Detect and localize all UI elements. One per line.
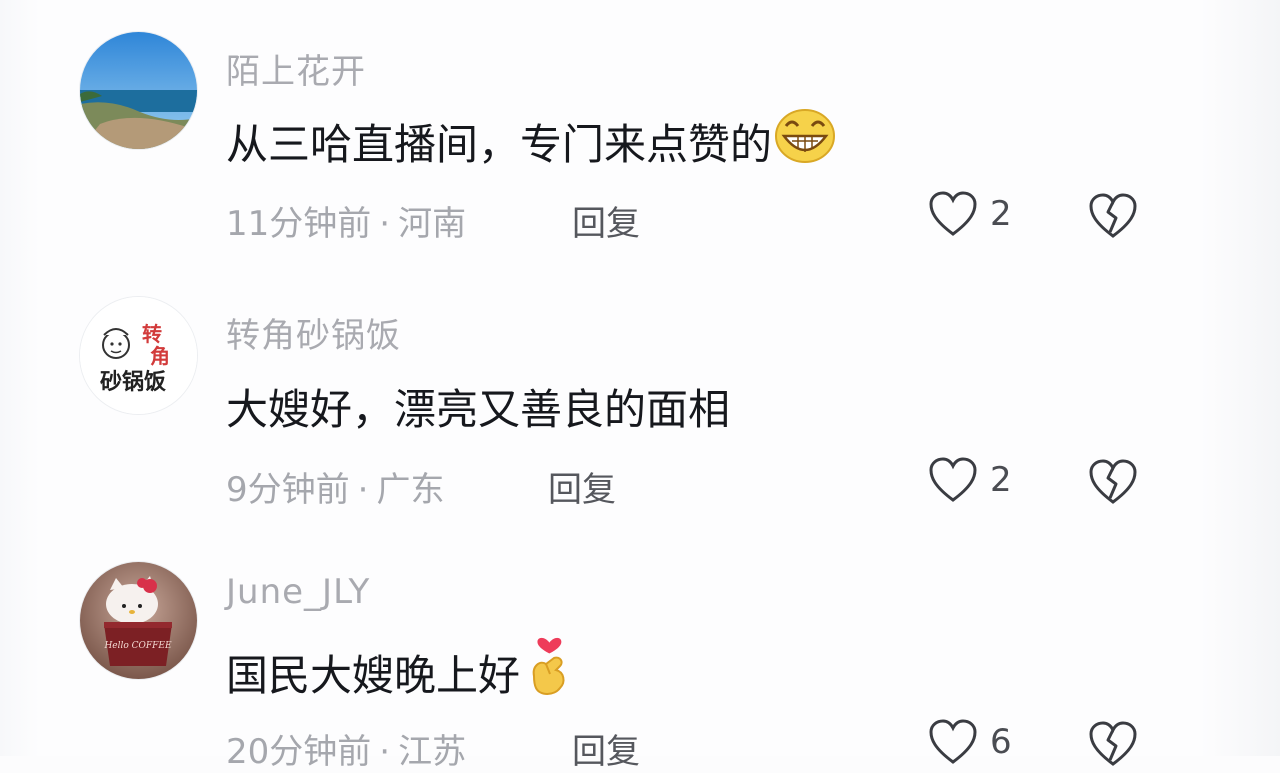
like-button[interactable]: 6 <box>928 718 1012 766</box>
comment-text: 国民大嫂晚上好 <box>226 650 521 700</box>
comment-time: 9分钟前 <box>226 470 350 510</box>
heart-outline-icon <box>929 719 977 764</box>
broken-heart-icon <box>1089 721 1137 766</box>
avatar-cup-text: Hello COFFEE <box>103 641 172 651</box>
avatar[interactable]: 转 角 砂锅饭 <box>80 297 197 414</box>
like-count: 2 <box>990 460 1012 500</box>
avatar-text-top1: 转 <box>142 322 162 346</box>
comment-location: 广东 <box>376 470 445 510</box>
comment-location: 江苏 <box>398 732 467 772</box>
avatar-text-bottom: 砂锅饭 <box>100 369 166 395</box>
meta-separator: · <box>357 470 369 510</box>
comment-item: Hello COFFEE June_JLY 国民大嫂晚上好 20分钟前 · 江苏 回… <box>0 0 1280 772</box>
comment-username[interactable]: June_JLY <box>226 572 370 612</box>
dislike-button[interactable] <box>1088 458 1138 510</box>
comment-list: 陌上花开 从三哈直播间，专门来点赞的 11分钟前 · 河南 回复 2 转 角 砂… <box>0 0 1280 772</box>
reply-button[interactable]: 回复 <box>572 724 640 773</box>
meta-separator: · <box>379 732 391 772</box>
avatar-logo-image: 转 角 砂锅饭 <box>80 297 197 414</box>
comment-text-row: 大嫂好，漂亮又善良的面相 <box>226 376 730 437</box>
heart-outline-icon <box>929 457 977 502</box>
comment-text-row: 国民大嫂晚上好 <box>226 636 572 708</box>
like-button[interactable]: 2 <box>928 456 1012 504</box>
comment-meta: 9分钟前 · 广东 <box>226 462 444 511</box>
reply-button[interactable]: 回复 <box>548 462 616 511</box>
comment-username[interactable]: 转角砂锅饭 <box>226 308 401 357</box>
comment-meta: 20分钟前 · 江苏 <box>226 724 466 773</box>
avatar-text-top2: 角 <box>150 344 170 368</box>
comment-text: 大嫂好，漂亮又善良的面相 <box>226 385 731 434</box>
finger-heart-icon <box>526 636 572 708</box>
comment-time: 20分钟前 <box>226 732 372 772</box>
dislike-button[interactable] <box>1088 720 1138 772</box>
broken-heart-icon <box>1089 459 1137 504</box>
avatar[interactable]: Hello COFFEE <box>80 562 197 679</box>
avatar-hello-kitty-coffee-image: Hello COFFEE <box>80 562 197 679</box>
like-count: 6 <box>990 722 1012 762</box>
